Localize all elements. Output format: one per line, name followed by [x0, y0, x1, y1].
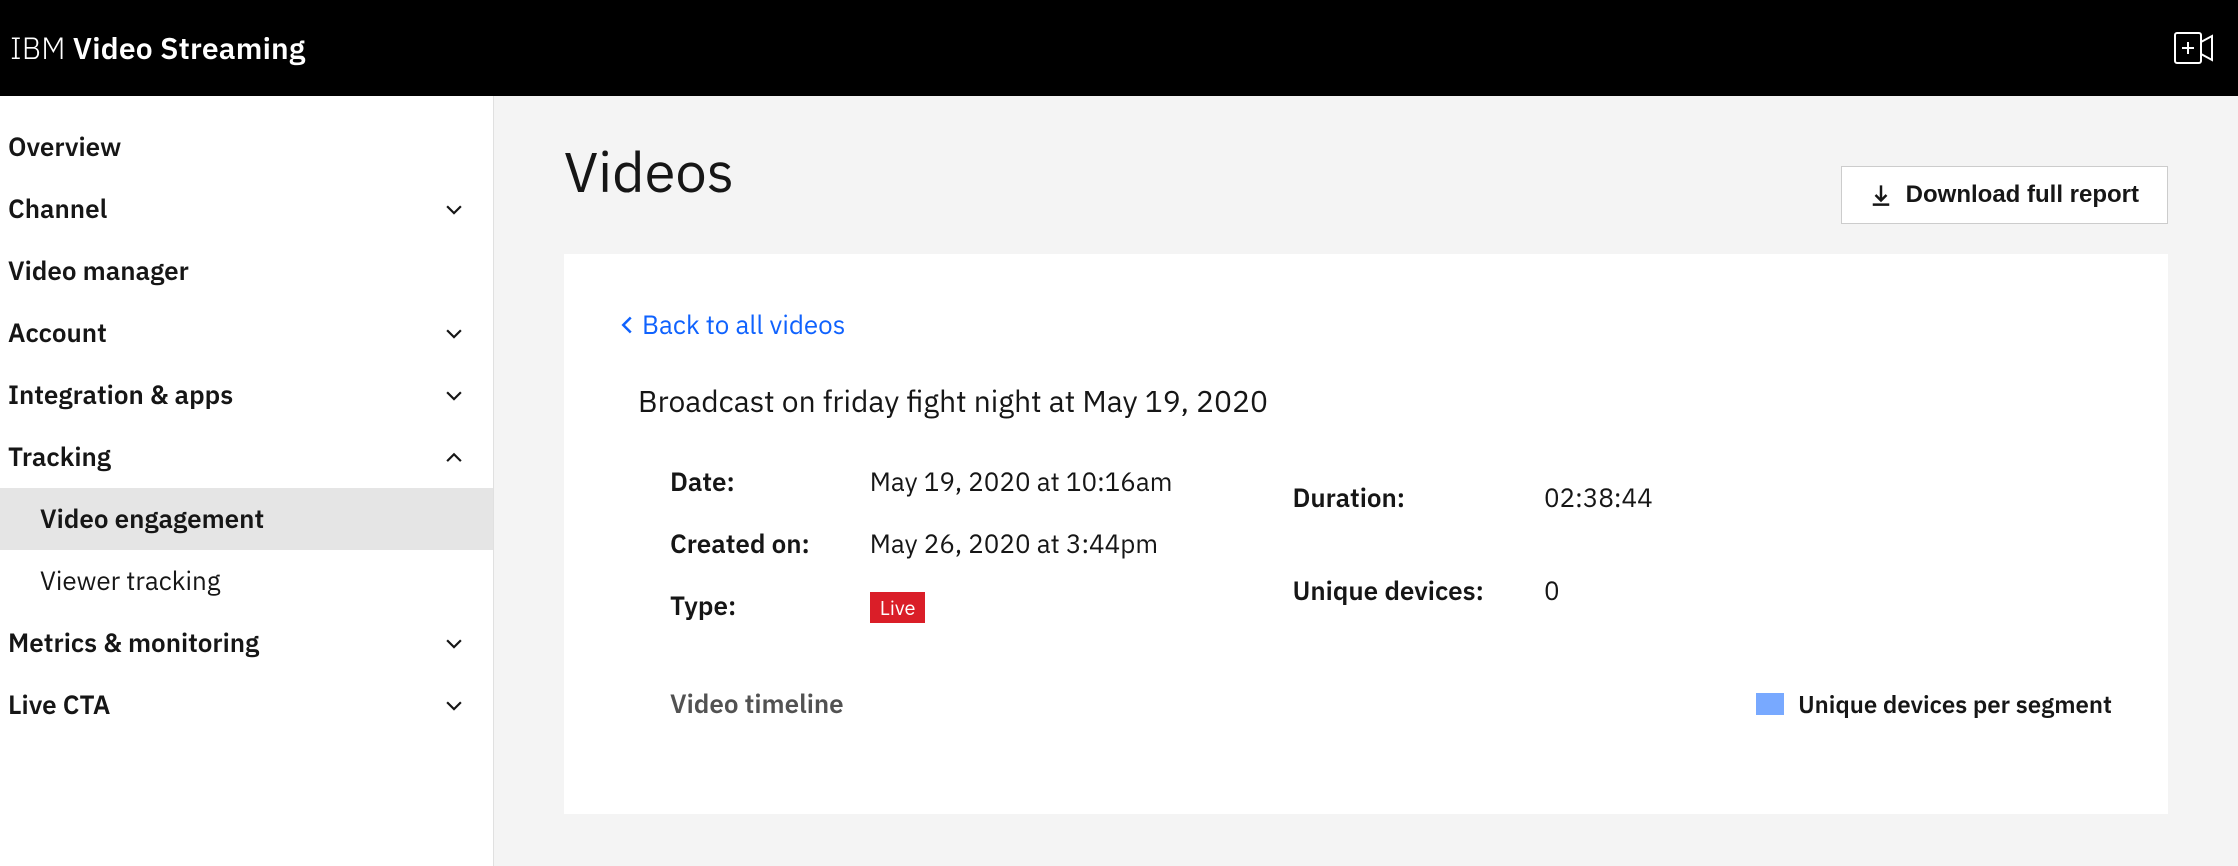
sidebar-item-metrics[interactable]: Metrics & monitoring	[0, 612, 493, 674]
download-report-button[interactable]: Download full report	[1841, 166, 2168, 224]
chevron-down-icon	[443, 694, 465, 716]
chevron-down-icon	[443, 198, 465, 220]
sidebar-item-live-cta[interactable]: Live CTA	[0, 674, 493, 736]
duration-label: Duration:	[1292, 481, 1484, 515]
brand: IBM Video Streaming	[10, 29, 305, 68]
sidebar-item-label: Tracking	[8, 440, 111, 474]
video-meta: Date: May 19, 2020 at 10:16am Created on…	[670, 465, 2112, 623]
created-label: Created on:	[670, 527, 810, 561]
video-title: Broadcast on friday fight night at May 1…	[638, 382, 2112, 421]
timeline-row: Video timeline Unique devices per segmen…	[670, 687, 2112, 721]
created-value: May 26, 2020 at 3:44pm	[870, 527, 1173, 561]
content-card: Back to all videos Broadcast on friday f…	[564, 254, 2168, 814]
unique-devices-value: 0	[1544, 574, 1653, 608]
chevron-up-icon	[443, 446, 465, 468]
add-video-icon[interactable]	[2170, 24, 2218, 72]
main-content: Videos Download full report Back to all …	[494, 96, 2238, 866]
brand-prefix: IBM	[10, 29, 66, 68]
timeline-heading: Video timeline	[670, 687, 844, 721]
sidebar-item-overview[interactable]: Overview	[0, 116, 493, 178]
chevron-left-icon	[620, 315, 634, 335]
sidebar-item-viewer-tracking[interactable]: Viewer tracking	[0, 550, 493, 612]
sidebar-item-video-manager[interactable]: Video manager	[0, 240, 493, 302]
unique-devices-label: Unique devices:	[1292, 574, 1484, 608]
download-icon	[1870, 184, 1892, 206]
sidebar-item-integration[interactable]: Integration & apps	[0, 364, 493, 426]
sidebar-item-account[interactable]: Account	[0, 302, 493, 364]
back-link-label: Back to all videos	[642, 308, 845, 342]
chevron-down-icon	[443, 384, 465, 406]
legend: Unique devices per segment	[1756, 688, 2112, 720]
type-value: Live	[870, 589, 1173, 623]
legend-label: Unique devices per segment	[1798, 688, 2112, 720]
sidebar-item-tracking[interactable]: Tracking	[0, 426, 493, 488]
chevron-down-icon	[443, 632, 465, 654]
date-value: May 19, 2020 at 10:16am	[870, 465, 1173, 499]
back-link[interactable]: Back to all videos	[620, 308, 845, 342]
live-badge: Live	[870, 592, 926, 623]
sidebar-item-channel[interactable]: Channel	[0, 178, 493, 240]
brand-main: Video Streaming	[73, 29, 306, 68]
top-bar: IBM Video Streaming	[0, 0, 2238, 96]
sidebar-item-label: Viewer tracking	[40, 564, 221, 598]
sidebar-item-label: Overview	[8, 130, 121, 164]
date-label: Date:	[670, 465, 810, 499]
sidebar-item-label: Video manager	[8, 254, 189, 288]
sidebar-item-label: Integration & apps	[8, 378, 233, 412]
sidebar-item-label: Metrics & monitoring	[8, 626, 259, 660]
sidebar: Overview Channel Video manager Account I…	[0, 96, 494, 866]
type-label: Type:	[670, 589, 810, 623]
sidebar-item-label: Video engagement	[40, 502, 264, 536]
sidebar-item-label: Account	[8, 316, 107, 350]
duration-value: 02:38:44	[1544, 481, 1653, 515]
sidebar-item-label: Channel	[8, 192, 107, 226]
download-button-label: Download full report	[1906, 181, 2139, 209]
page-title: Videos	[564, 136, 734, 208]
chevron-down-icon	[443, 322, 465, 344]
sidebar-item-video-engagement[interactable]: Video engagement	[0, 488, 493, 550]
sidebar-item-label: Live CTA	[8, 688, 110, 722]
legend-swatch	[1756, 693, 1784, 715]
